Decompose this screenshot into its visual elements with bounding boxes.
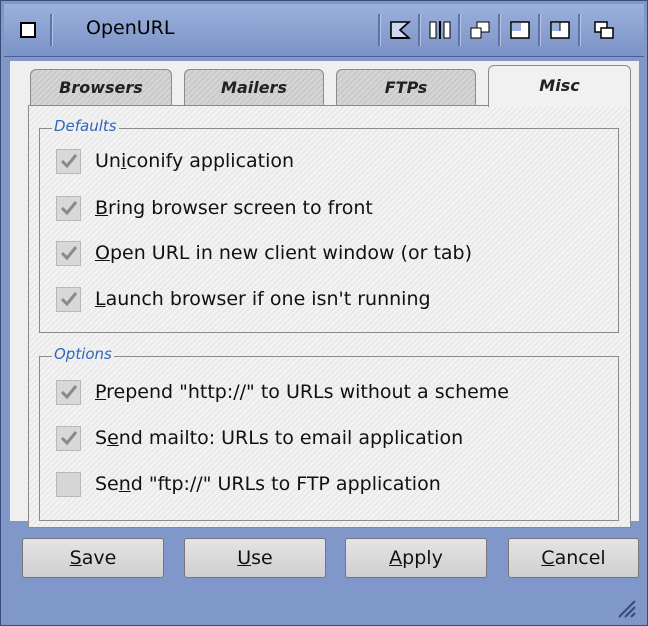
checkbox-box[interactable] xyxy=(56,195,81,221)
tab-label: Browsers xyxy=(59,78,143,97)
tab-ftps[interactable]: FTPs xyxy=(336,69,476,105)
checkmark-icon xyxy=(60,431,77,446)
title-separator xyxy=(458,14,461,46)
title-bar[interactable]: OpenURL xyxy=(4,4,644,57)
checkbox-box[interactable] xyxy=(56,379,81,405)
tab-misc[interactable]: Misc xyxy=(488,65,631,107)
iconify-icon[interactable] xyxy=(384,14,416,46)
close-icon[interactable] xyxy=(12,14,44,46)
checkbox-uniconify[interactable]: Uniconify application xyxy=(56,147,294,175)
window-status-bar xyxy=(4,587,644,623)
checkmark-icon xyxy=(60,246,77,261)
checkbox-box[interactable] xyxy=(56,471,81,497)
zoom-icon[interactable] xyxy=(504,14,536,46)
tab-label: FTPs xyxy=(384,78,428,97)
title-separator xyxy=(378,14,381,46)
checkbox-box[interactable] xyxy=(56,240,81,266)
title-separator xyxy=(578,14,581,46)
checkbox-label: Launch browser if one isn't running xyxy=(95,288,431,310)
checkbox-label: Send "ftp://" URLs to FTP application xyxy=(95,473,441,495)
checkbox-prepend-http[interactable]: Prepend "http://" to URLs without a sche… xyxy=(56,378,509,406)
save-button[interactable]: Save xyxy=(22,538,164,578)
checkbox-send-ftp[interactable]: Send "ftp://" URLs to FTP application xyxy=(56,470,441,498)
checkbox-box[interactable] xyxy=(56,425,81,451)
tab-label: Misc xyxy=(539,76,580,95)
checkmark-icon xyxy=(60,154,77,169)
options-group-title: Options xyxy=(52,345,114,363)
checkbox-box[interactable] xyxy=(56,286,81,312)
checkbox-send-mailto[interactable]: Send mailto: URLs to email application xyxy=(56,424,463,452)
checkbox-label: Send mailto: URLs to email application xyxy=(95,427,464,449)
title-separator xyxy=(538,14,541,46)
checkbox-launch-browser[interactable]: Launch browser if one isn't running xyxy=(56,285,431,313)
checkmark-icon xyxy=(60,385,77,400)
checkbox-label: Prepend "http://" to URLs without a sche… xyxy=(95,381,509,403)
title-separator xyxy=(498,14,501,46)
jump-icon[interactable] xyxy=(424,14,456,46)
fullscreen-icon[interactable] xyxy=(544,14,576,46)
checkmark-icon xyxy=(60,201,77,216)
tab-browsers[interactable]: Browsers xyxy=(30,69,172,105)
checkbox-open-new-window[interactable]: Open URL in new client window (or tab) xyxy=(56,239,472,267)
depth-icon[interactable] xyxy=(588,14,620,46)
defaults-group-title: Defaults xyxy=(52,117,119,135)
checkbox-label: Open URL in new client window (or tab) xyxy=(95,242,473,264)
checkbox-bring-to-front[interactable]: Bring browser screen to front xyxy=(56,194,373,222)
snapshot-icon[interactable] xyxy=(464,14,496,46)
use-button[interactable]: Use xyxy=(184,538,326,578)
tab-label: Mailers xyxy=(221,78,287,97)
apply-button[interactable]: Apply xyxy=(345,538,487,578)
window-title: OpenURL xyxy=(86,17,175,39)
checkbox-label: Bring browser screen to front xyxy=(95,197,373,219)
checkbox-box[interactable] xyxy=(56,148,81,174)
resize-grip-icon[interactable] xyxy=(615,597,637,619)
title-separator xyxy=(50,14,53,46)
cancel-button[interactable]: Cancel xyxy=(508,538,639,578)
checkmark-icon xyxy=(60,292,77,307)
tab-mailers[interactable]: Mailers xyxy=(184,69,324,105)
checkbox-label: Uniconify application xyxy=(95,150,295,172)
title-separator xyxy=(418,14,421,46)
openurl-window: OpenURL Browsers Mailers FTPs Misc Defau… xyxy=(0,0,648,626)
